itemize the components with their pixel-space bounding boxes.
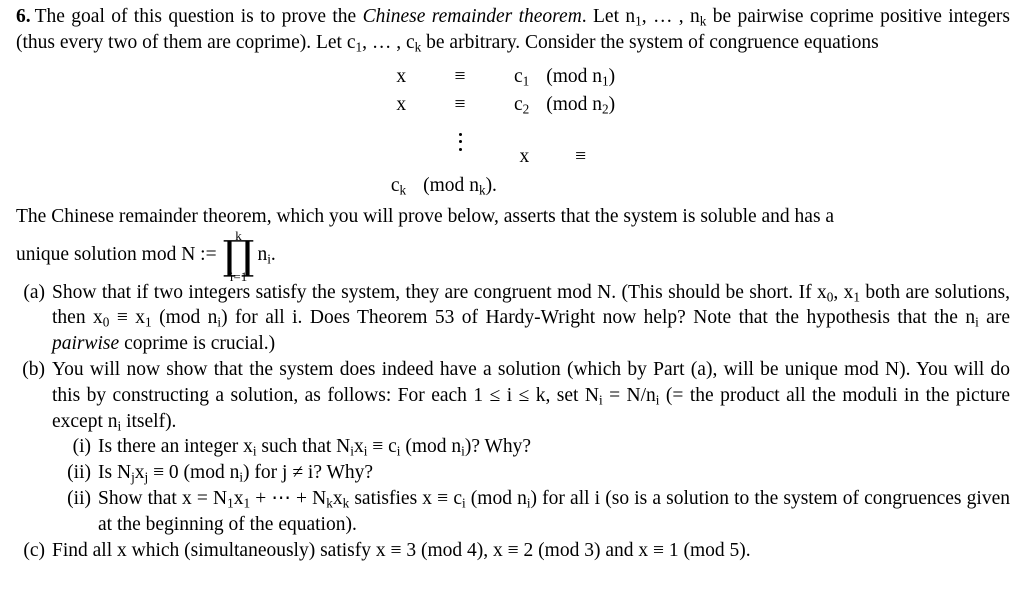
- vertical-ellipsis-icon: [423, 121, 497, 162]
- problem-statement: 6. The goal of this question is to prove …: [0, 0, 1024, 56]
- part-b-i-label: (i): [72, 436, 91, 458]
- part-b-ii: (ii) Is Njxj ≡ 0 (mod ni) for j ≠ i? Why…: [16, 460, 1010, 486]
- part-b-label: (b): [22, 358, 45, 380]
- eq-row3-c: ck: [390, 174, 407, 198]
- part-b: (b) You will now show that the system do…: [16, 357, 1010, 434]
- eq-row2-rel: ≡: [454, 94, 466, 116]
- parts-list: (a) Show that if two integers satisfy th…: [0, 278, 1024, 564]
- product-suffix: .: [270, 243, 276, 265]
- part-b-iii-label: (ii): [67, 487, 91, 509]
- product-definition-line: unique solution mod N := k ∏ i=1 ni.: [0, 229, 1024, 283]
- part-b-iii: (ii) Show that x = N1x1 + ⋯ + Nkxk satis…: [16, 486, 1010, 538]
- eq-row3-rel: ≡: [575, 146, 587, 168]
- part-b-iii-body: Show that x = N1x1 + ⋯ + Nkxk satisfies …: [98, 487, 1010, 535]
- intro-text-3: , … ,: [641, 6, 691, 27]
- eq-row2-x: x: [396, 94, 407, 116]
- math-ck: ck: [406, 31, 422, 55]
- pairwise-italic: pairwise: [52, 333, 120, 355]
- big-product-operator: k ∏ i=1: [222, 229, 255, 284]
- part-c-label: (c): [23, 539, 45, 561]
- part-b-body: You will now show that the system does i…: [52, 358, 1011, 433]
- part-a-body: Show that if two integers satisfy the sy…: [52, 281, 1010, 355]
- eq-row2-c: c2: [513, 94, 530, 117]
- theorem-name-italic: Chinese remainder theorem: [362, 6, 582, 27]
- product-glyph-icon: ∏: [222, 232, 255, 279]
- assertion-line: The Chinese remainder theorem, which you…: [16, 205, 835, 227]
- product-prefix: unique solution mod N :=: [16, 243, 217, 265]
- intro-text-5: , … ,: [362, 31, 406, 53]
- eq-row1-rel: ≡: [454, 65, 466, 87]
- eq-row1-c: c1: [513, 65, 530, 89]
- eq-row1-x: x: [396, 65, 407, 87]
- part-b-i: (i) Is there an integer xi such that Nix…: [16, 434, 1010, 460]
- eq-row2-modulus: (mod n2): [546, 94, 616, 117]
- eq-row3-x: x: [519, 146, 530, 168]
- product-operand: ni: [257, 243, 271, 267]
- intro-text-2: . Let: [581, 6, 626, 27]
- part-c-body: Find all x which (simultaneously) satisf…: [52, 539, 751, 561]
- math-nk: nk: [690, 6, 707, 29]
- intro-paragraph: 6. The goal of this question is to prove …: [16, 4, 1010, 56]
- part-b-ii-label: (ii): [67, 462, 91, 484]
- part-b-i-body: Is there an integer xi such that Nixi ≡ …: [98, 436, 532, 459]
- math-c1: c1: [346, 31, 363, 55]
- part-b-ii-body: Is Njxj ≡ 0 (mod ni) for j ≠ i? Why?: [98, 462, 374, 485]
- intro-text-6: be arbitrary. Consider the system of con…: [421, 31, 879, 53]
- part-c: (c) Find all x which (simultaneously) sa…: [16, 538, 1010, 564]
- eq-row1-modulus: (mod n1): [546, 65, 616, 89]
- problem-number: 6.: [16, 6, 31, 27]
- intro-text-1: The goal of this question is to prove th…: [34, 6, 363, 27]
- congruence-system-grid: x ≡ c1 (mod n1) x ≡ c2 (mod n2) x ≡ ck (…: [391, 64, 615, 199]
- eq-row3-modulus: (mod nk).: [423, 174, 497, 198]
- product-lower-limit: i=1: [229, 268, 248, 284]
- part-a-label: (a): [23, 281, 45, 303]
- congruence-system-display: x ≡ c1 (mod n1) x ≡ c2 (mod n2) x ≡ ck (…: [0, 64, 1024, 199]
- part-a: (a) Show that if two integers satisfy th…: [16, 280, 1010, 357]
- document-page: 6. The goal of this question is to prove …: [0, 0, 1024, 616]
- math-n1: n1: [625, 6, 642, 29]
